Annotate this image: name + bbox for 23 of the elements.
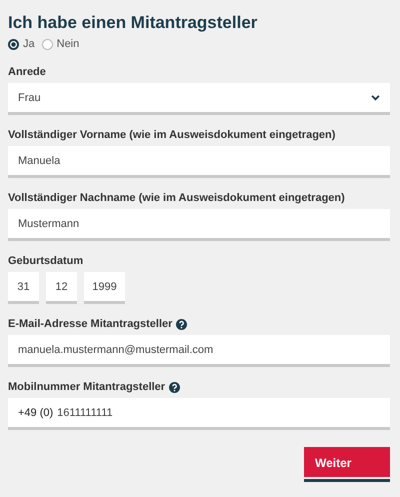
input-field[interactable]: Mustermann [8,209,390,241]
radio-button[interactable] [8,38,19,50]
radio-label[interactable]: Nein [56,38,80,50]
help-icon[interactable] [176,318,188,330]
field-label: Anrede [8,66,46,78]
field-label: Vollständiger Nachname (wie im Ausweisdokument eingetragen) [8,192,345,204]
field-label: Mobilnummer Mitantragsteller [8,381,166,393]
help-icon[interactable] [169,382,180,392]
phone-input-field[interactable]: +49 (0) 1611111111 [8,398,390,430]
input-field[interactable]: Manuela [8,146,390,178]
field-label: Vollständiger Vorname (wie im Ausweisdokument eingetragen) [8,129,336,141]
date-input-field[interactable]: 31 [8,272,39,304]
select-field[interactable]: Frau [8,83,390,115]
radio-label[interactable]: Ja [23,38,35,50]
date-input-field[interactable]: 12 [46,272,77,304]
field-label: E-Mail-Adresse Mitantragsteller [8,318,172,330]
field-label: Geburtsdatum [8,255,84,267]
chevron-icon [371,94,380,100]
date-input-field[interactable]: 1999 [84,272,125,304]
form-title: Ich habe einen Mitantragsteller [8,12,258,34]
input-field[interactable]: manuela.mustermann@mustermail.com [8,335,390,367]
radio-button[interactable] [42,38,53,50]
next-button[interactable]: Weiter [304,447,390,482]
